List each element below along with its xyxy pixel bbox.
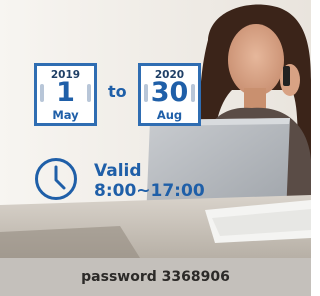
valid-hours: 8:00~17:00: [94, 181, 205, 201]
valid-label: Valid: [94, 161, 142, 181]
start-date-calendar: 2019 1 May: [34, 63, 97, 126]
clock-icon: [35, 158, 77, 200]
date-connector: to: [108, 82, 127, 101]
start-day: 1: [56, 77, 75, 108]
background-photo: [0, 0, 311, 258]
password-banner: password 3368906: [0, 258, 311, 296]
promo-card: 2019 1 May to 2020 30 Aug Valid 8:00~17:…: [0, 0, 311, 296]
end-day: 30: [150, 77, 189, 108]
end-month: Aug: [156, 108, 183, 122]
start-month: May: [52, 108, 79, 122]
end-date-calendar: 2020 30 Aug: [138, 63, 201, 126]
